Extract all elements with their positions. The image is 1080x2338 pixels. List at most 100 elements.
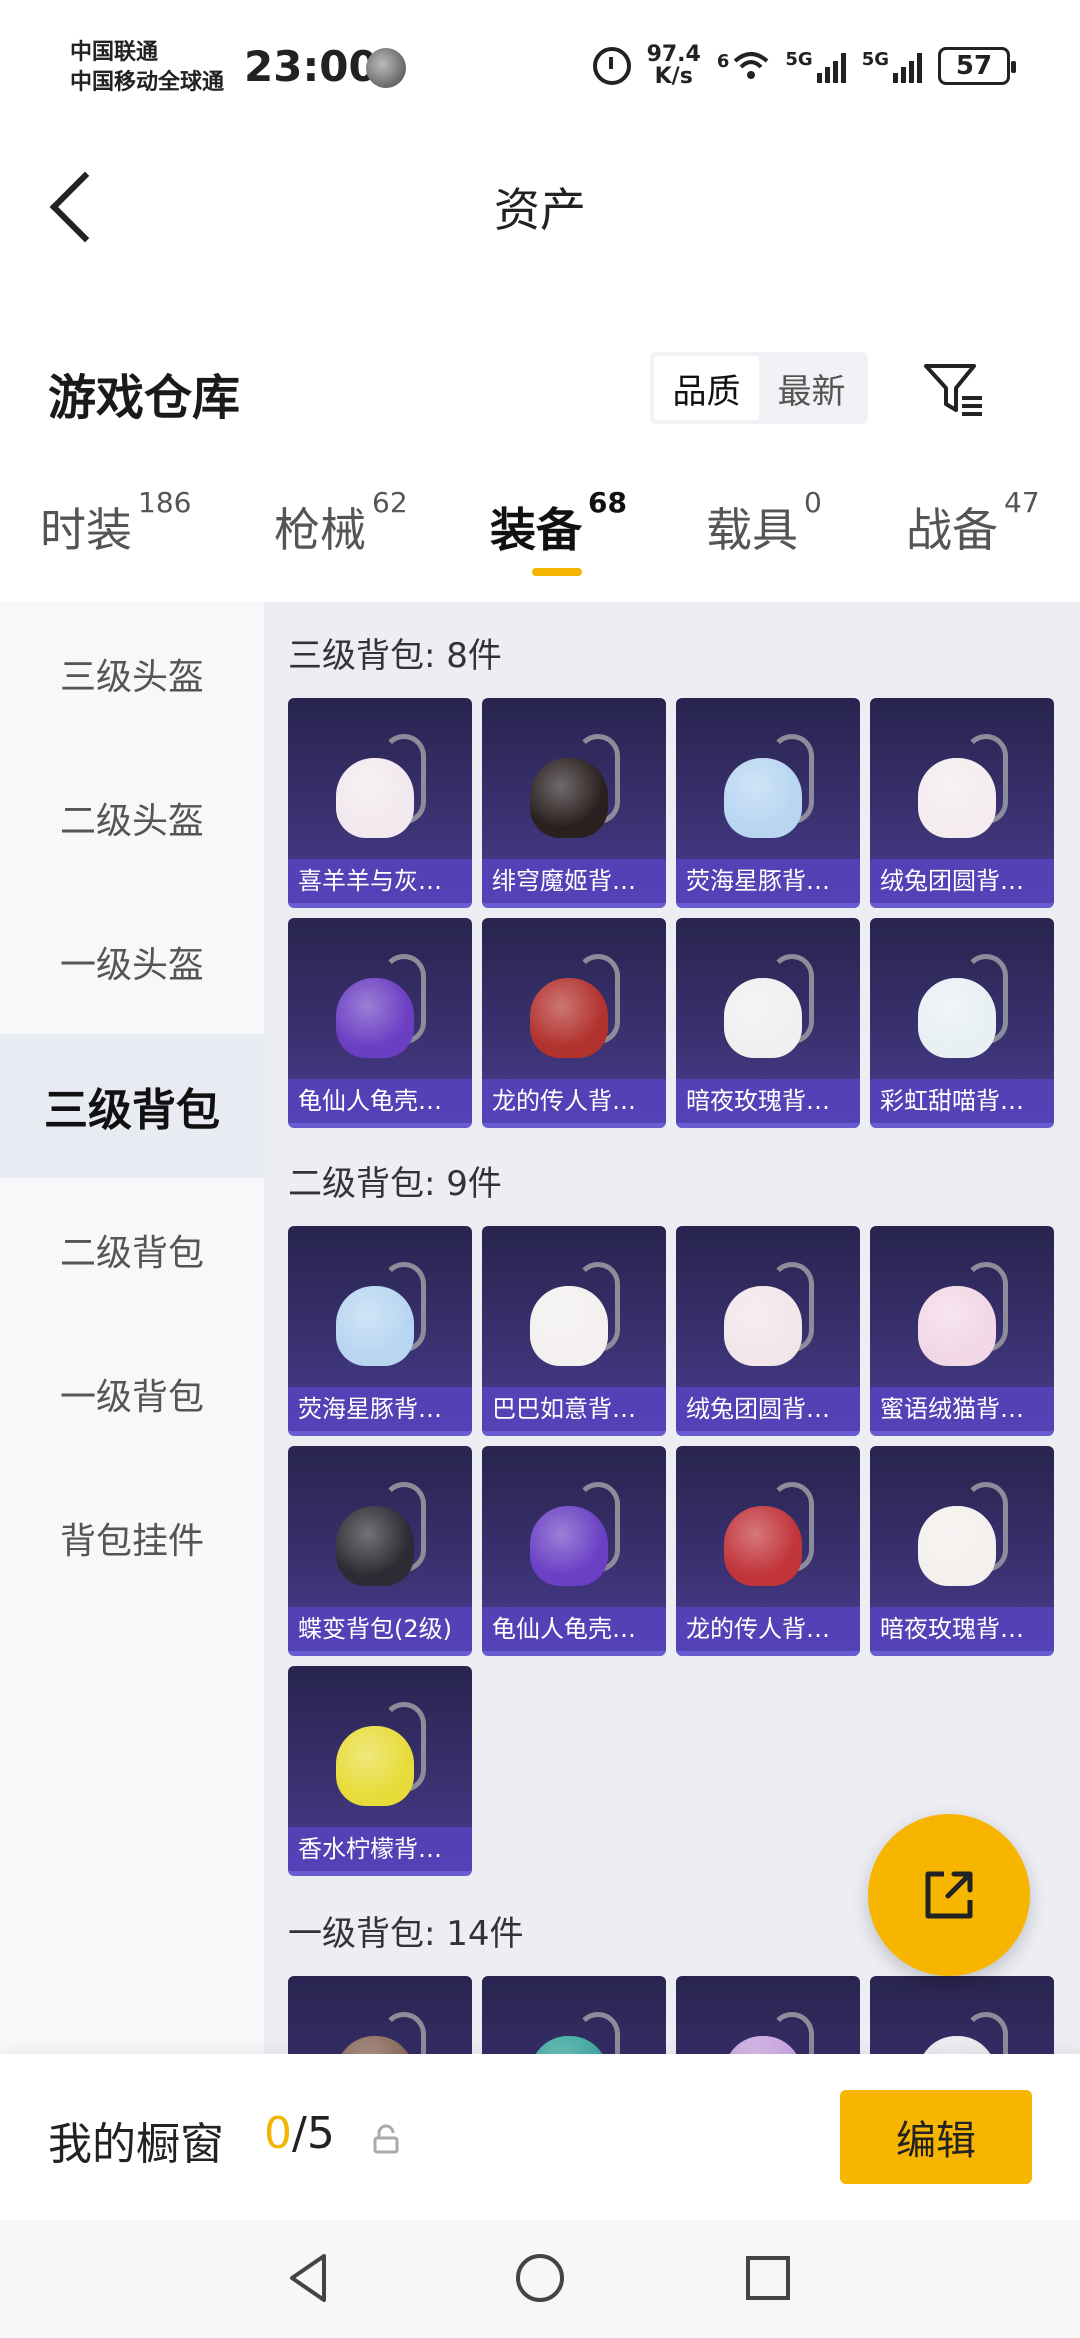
edit-button[interactable]: 编辑 bbox=[840, 2090, 1032, 2184]
item-card[interactable]: 绒兔团圆背包... bbox=[870, 698, 1054, 908]
carrier-info: 中国联通 中国移动全球通 bbox=[70, 38, 224, 98]
item-card[interactable] bbox=[482, 1976, 666, 2054]
item-card[interactable]: 荧海星豚背包... bbox=[288, 1226, 472, 1436]
clock: 23:00 bbox=[244, 42, 378, 91]
tab-label: 时装 bbox=[40, 503, 132, 557]
sort-toggle: 品质 最新 bbox=[650, 352, 868, 424]
nav-home-button[interactable] bbox=[510, 2248, 570, 2308]
item-card-label: 蝶变背包(2级) bbox=[288, 1607, 472, 1651]
sidebar-item-backpack-charm[interactable]: 背包挂件 bbox=[0, 1466, 264, 1610]
item-card[interactable]: 蝶变背包(2级) bbox=[288, 1446, 472, 1656]
signal-icon-1: 5G bbox=[785, 49, 846, 83]
item-card-label: 荧海星豚背包... bbox=[288, 1387, 472, 1431]
status-icons: 97.4 K/s 6 5G 5G 57 bbox=[592, 44, 1016, 89]
tab-fashion[interactable]: 时装186 bbox=[40, 486, 191, 560]
backpack-icon bbox=[912, 728, 1012, 838]
tab-vehicles[interactable]: 载具0 bbox=[706, 486, 822, 560]
filter-button[interactable] bbox=[920, 356, 986, 422]
tab-label: 战备 bbox=[906, 503, 998, 557]
item-card-label: 绒兔团圆背包... bbox=[870, 859, 1054, 903]
item-card-label: 龟仙人龟壳背... bbox=[288, 1079, 472, 1123]
wifi-icon: 6 bbox=[717, 51, 770, 81]
backpack-icon bbox=[718, 728, 818, 838]
sort-quality-button[interactable]: 品质 bbox=[654, 356, 759, 420]
circle-home-icon bbox=[516, 2254, 564, 2302]
tab-weapons[interactable]: 枪械62 bbox=[274, 486, 408, 560]
backpack-body bbox=[724, 978, 802, 1058]
signal-icon-2: 5G bbox=[862, 49, 922, 83]
sidebar-item-backpack-1[interactable]: 一级背包 bbox=[0, 1322, 264, 1466]
item-card[interactable]: 龟仙人龟壳背... bbox=[482, 1446, 666, 1656]
item-card[interactable] bbox=[676, 1976, 860, 2054]
lock-icon bbox=[372, 2124, 400, 2154]
group-title: 三级背包: 8件 bbox=[288, 636, 502, 676]
active-tab-indicator bbox=[532, 568, 582, 576]
page-title: 资产 bbox=[494, 183, 586, 237]
nav-recent-button[interactable] bbox=[738, 2248, 798, 2308]
item-card-label: 绯穹魔姬背包... bbox=[482, 859, 666, 903]
item-card-label: 龙的传人背包... bbox=[676, 1607, 860, 1651]
item-card-label: 喜羊羊与灰太... bbox=[288, 859, 472, 903]
item-card[interactable]: 巴巴如意背包... bbox=[482, 1226, 666, 1436]
sidebar-item-helmet-2[interactable]: 二级头盔 bbox=[0, 746, 264, 890]
item-card[interactable]: 绯穹魔姬背包... bbox=[482, 698, 666, 908]
item-card[interactable]: 喜羊羊与灰太... bbox=[288, 698, 472, 908]
net-speed-unit: K/s bbox=[654, 64, 693, 89]
category-tabs: 时装186 枪械62 装备68 载具0 战备47 bbox=[0, 460, 1080, 602]
system-nav-bar bbox=[0, 2220, 1080, 2338]
item-card-label: 蜜语绒猫背包... bbox=[870, 1387, 1054, 1431]
group-title: 一级背包: 14件 bbox=[288, 1914, 524, 1954]
tab-equipment[interactable]: 装备68 bbox=[490, 486, 627, 560]
sidebar-item-helmet-3[interactable]: 三级头盔 bbox=[0, 602, 264, 746]
sidebar-item-backpack-3[interactable]: 三级背包 bbox=[0, 1034, 264, 1178]
item-card[interactable]: 蜜语绒猫背包... bbox=[870, 1226, 1054, 1436]
signal-1-label: 5G bbox=[785, 49, 813, 70]
item-card[interactable] bbox=[288, 1976, 472, 2054]
item-grid: 喜羊羊与灰太... 绯穹魔姬背包... 荧海星豚背包... 绒兔团圆背包... 龟仙人龟… bbox=[288, 698, 1054, 1128]
item-card[interactable]: 香水柠檬背包... bbox=[288, 1666, 472, 1876]
item-card[interactable]: 绒兔团圆背包... bbox=[676, 1226, 860, 1436]
item-card[interactable]: 龙的传人背包... bbox=[676, 1446, 860, 1656]
item-card-label: 香水柠檬背包... bbox=[288, 1827, 472, 1871]
warehouse-header: 游戏仓库 品质 最新 bbox=[0, 320, 1080, 460]
tab-label: 枪械 bbox=[274, 503, 366, 557]
tab-supplies[interactable]: 战备47 bbox=[906, 486, 1040, 560]
item-grid bbox=[288, 1976, 1054, 2054]
item-card[interactable]: 龟仙人龟壳背... bbox=[288, 918, 472, 1128]
backpack-body bbox=[918, 1286, 996, 1366]
item-card[interactable]: 暗夜玫瑰背包... bbox=[676, 918, 860, 1128]
showcase-count: 0/5 bbox=[264, 2108, 335, 2159]
backpack-icon bbox=[330, 728, 430, 838]
sort-newest-button[interactable]: 最新 bbox=[759, 356, 864, 420]
share-icon bbox=[925, 1871, 973, 1919]
backpack-body bbox=[530, 758, 608, 838]
tab-count: 186 bbox=[138, 486, 192, 519]
item-card[interactable]: 彩虹甜喵背包... bbox=[870, 918, 1054, 1128]
item-card[interactable] bbox=[870, 1976, 1054, 2054]
showcase-title: 我的橱窗 bbox=[48, 2119, 224, 2170]
item-card-label: 暗夜玫瑰背包... bbox=[870, 1607, 1054, 1651]
backpack-icon bbox=[912, 1256, 1012, 1366]
sidebar-item-helmet-1[interactable]: 一级头盔 bbox=[0, 890, 264, 1034]
backpack-body bbox=[918, 758, 996, 838]
backpack-body bbox=[336, 758, 414, 838]
square-recent-icon bbox=[746, 2256, 790, 2300]
backpack-body bbox=[724, 758, 802, 838]
notification-avatar-icon bbox=[366, 48, 406, 88]
backpack-body bbox=[336, 978, 414, 1058]
signal-2-label: 5G bbox=[861, 49, 889, 70]
item-card[interactable]: 龙的传人背包... bbox=[482, 918, 666, 1128]
tab-count: 0 bbox=[804, 486, 822, 519]
backpack-body bbox=[918, 978, 996, 1058]
backpack-icon bbox=[330, 948, 430, 1058]
item-card[interactable]: 暗夜玫瑰背包... bbox=[870, 1446, 1054, 1656]
battery-icon: 57 bbox=[938, 47, 1016, 85]
backpack-icon bbox=[912, 948, 1012, 1058]
sidebar-item-backpack-2[interactable]: 二级背包 bbox=[0, 1178, 264, 1322]
share-fab-button[interactable] bbox=[868, 1814, 1030, 1976]
tab-count: 68 bbox=[588, 486, 627, 519]
nav-back-button[interactable] bbox=[280, 2248, 340, 2308]
carrier-1: 中国联通 bbox=[70, 40, 159, 65]
tab-count: 62 bbox=[372, 486, 408, 519]
item-card[interactable]: 荧海星豚背包... bbox=[676, 698, 860, 908]
